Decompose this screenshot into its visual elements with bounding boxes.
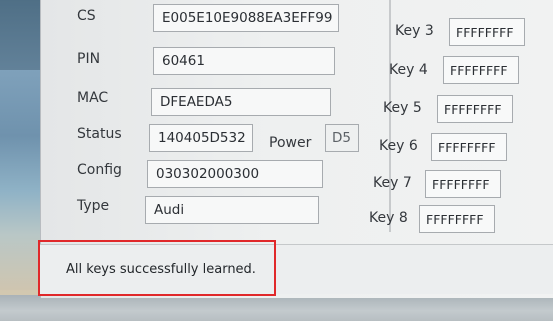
pin-label: PIN (77, 51, 101, 67)
type-label: Type (77, 198, 110, 214)
mac-label: MAC (77, 90, 109, 106)
key-7-field[interactable]: FFFFFFFF (425, 170, 501, 198)
panel-divider (389, 0, 391, 232)
immo-info-panel: CS E005E10E9088EA3EFF99 PIN 60461 MAC DF… (61, 0, 381, 242)
power-field[interactable]: D5 (325, 124, 359, 152)
key-4-label: Key 4 (389, 62, 428, 78)
key-8-field[interactable]: FFFFFFFF (419, 205, 495, 233)
key-3-field[interactable]: FFFFFFFF (449, 18, 525, 46)
status-field[interactable]: 140405D532 (149, 124, 253, 152)
key-6-label: Key 6 (379, 138, 418, 154)
cs-field[interactable]: E005E10E9088EA3EFF99 (153, 4, 339, 32)
key-5-field[interactable]: FFFFFFFF (437, 95, 513, 123)
power-label: Power (269, 135, 312, 151)
pin-field[interactable]: 60461 (153, 47, 335, 75)
key-3-label: Key 3 (395, 23, 434, 39)
key-4-field[interactable]: FFFFFFFF (443, 56, 519, 84)
key-7-label: Key 7 (373, 175, 412, 191)
highlight-annotation (38, 240, 276, 296)
config-field[interactable]: 030302000300 (147, 160, 323, 188)
type-field[interactable]: Audi (145, 196, 319, 224)
status-label: Status (77, 126, 122, 142)
key-8-label: Key 8 (369, 210, 408, 226)
config-label: Config (77, 162, 122, 178)
key-5-label: Key 5 (383, 100, 422, 116)
mac-field[interactable]: DFEAEDA5 (151, 88, 331, 116)
monitor-bezel (0, 295, 553, 321)
cs-label: CS (77, 8, 96, 24)
key-6-field[interactable]: FFFFFFFF (431, 133, 507, 161)
